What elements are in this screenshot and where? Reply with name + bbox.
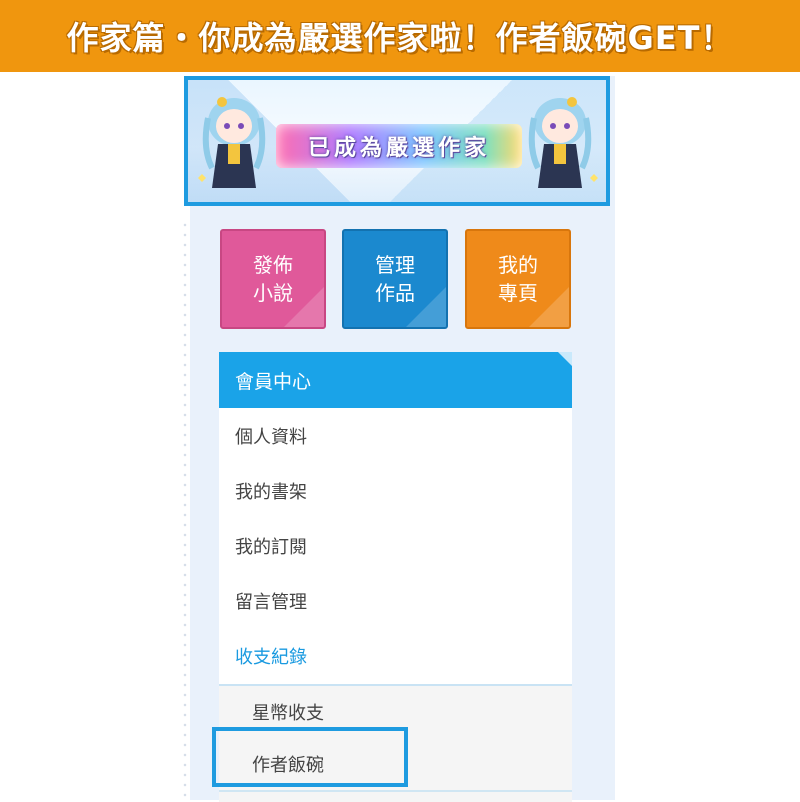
- publish-novel-label: 發佈小說: [253, 253, 293, 305]
- featured-author-banner: 已成為嚴選作家: [184, 76, 610, 206]
- menu-item-label: 我的書架: [235, 481, 307, 503]
- author-income-highlight: [212, 727, 408, 787]
- member-center-title: 會員中心: [235, 370, 312, 393]
- menu-item-profile[interactable]: 個人資料: [219, 408, 572, 463]
- publish-novel-button[interactable]: 發佈小說: [220, 229, 326, 329]
- dotted-divider: [182, 220, 188, 800]
- manage-works-label: 管理作品: [375, 253, 415, 305]
- headline: 作家篇・你成為嚴選作家啦！作者飯碗GET！: [66, 19, 734, 57]
- banner-text: 已成為嚴選作家: [307, 136, 490, 161]
- menu-item-comments[interactable]: 留言管理: [219, 573, 572, 628]
- submenu-item-label: 星幣收支: [252, 703, 324, 724]
- menu-item-label: 我的訂閱: [235, 536, 307, 558]
- my-page-label: 我的專頁: [498, 253, 538, 305]
- menu-item-subscriptions[interactable]: 我的訂閱: [219, 518, 572, 573]
- banner-ribbon: 已成為嚴選作家: [276, 124, 522, 168]
- menu-item-label: 收支紀錄: [235, 646, 307, 668]
- submenu-divider: [219, 790, 572, 792]
- member-center-header: 會員中心: [219, 352, 572, 408]
- menu-item-label: 個人資料: [235, 426, 307, 448]
- member-menu: 個人資料 我的書架 我的訂閱 留言管理 收支紀錄: [219, 408, 572, 684]
- mascot-left-icon: [198, 97, 266, 188]
- menu-item-label: 留言管理: [235, 591, 307, 613]
- my-page-button[interactable]: 我的專頁: [465, 229, 571, 329]
- menu-item-bookshelf[interactable]: 我的書架: [219, 463, 572, 518]
- mascot-right-icon: [528, 97, 598, 188]
- headline-bar: 作家篇・你成為嚴選作家啦！作者飯碗GET！: [0, 0, 800, 72]
- menu-item-transactions[interactable]: 收支紀錄: [219, 628, 572, 683]
- manage-works-button[interactable]: 管理作品: [342, 229, 448, 329]
